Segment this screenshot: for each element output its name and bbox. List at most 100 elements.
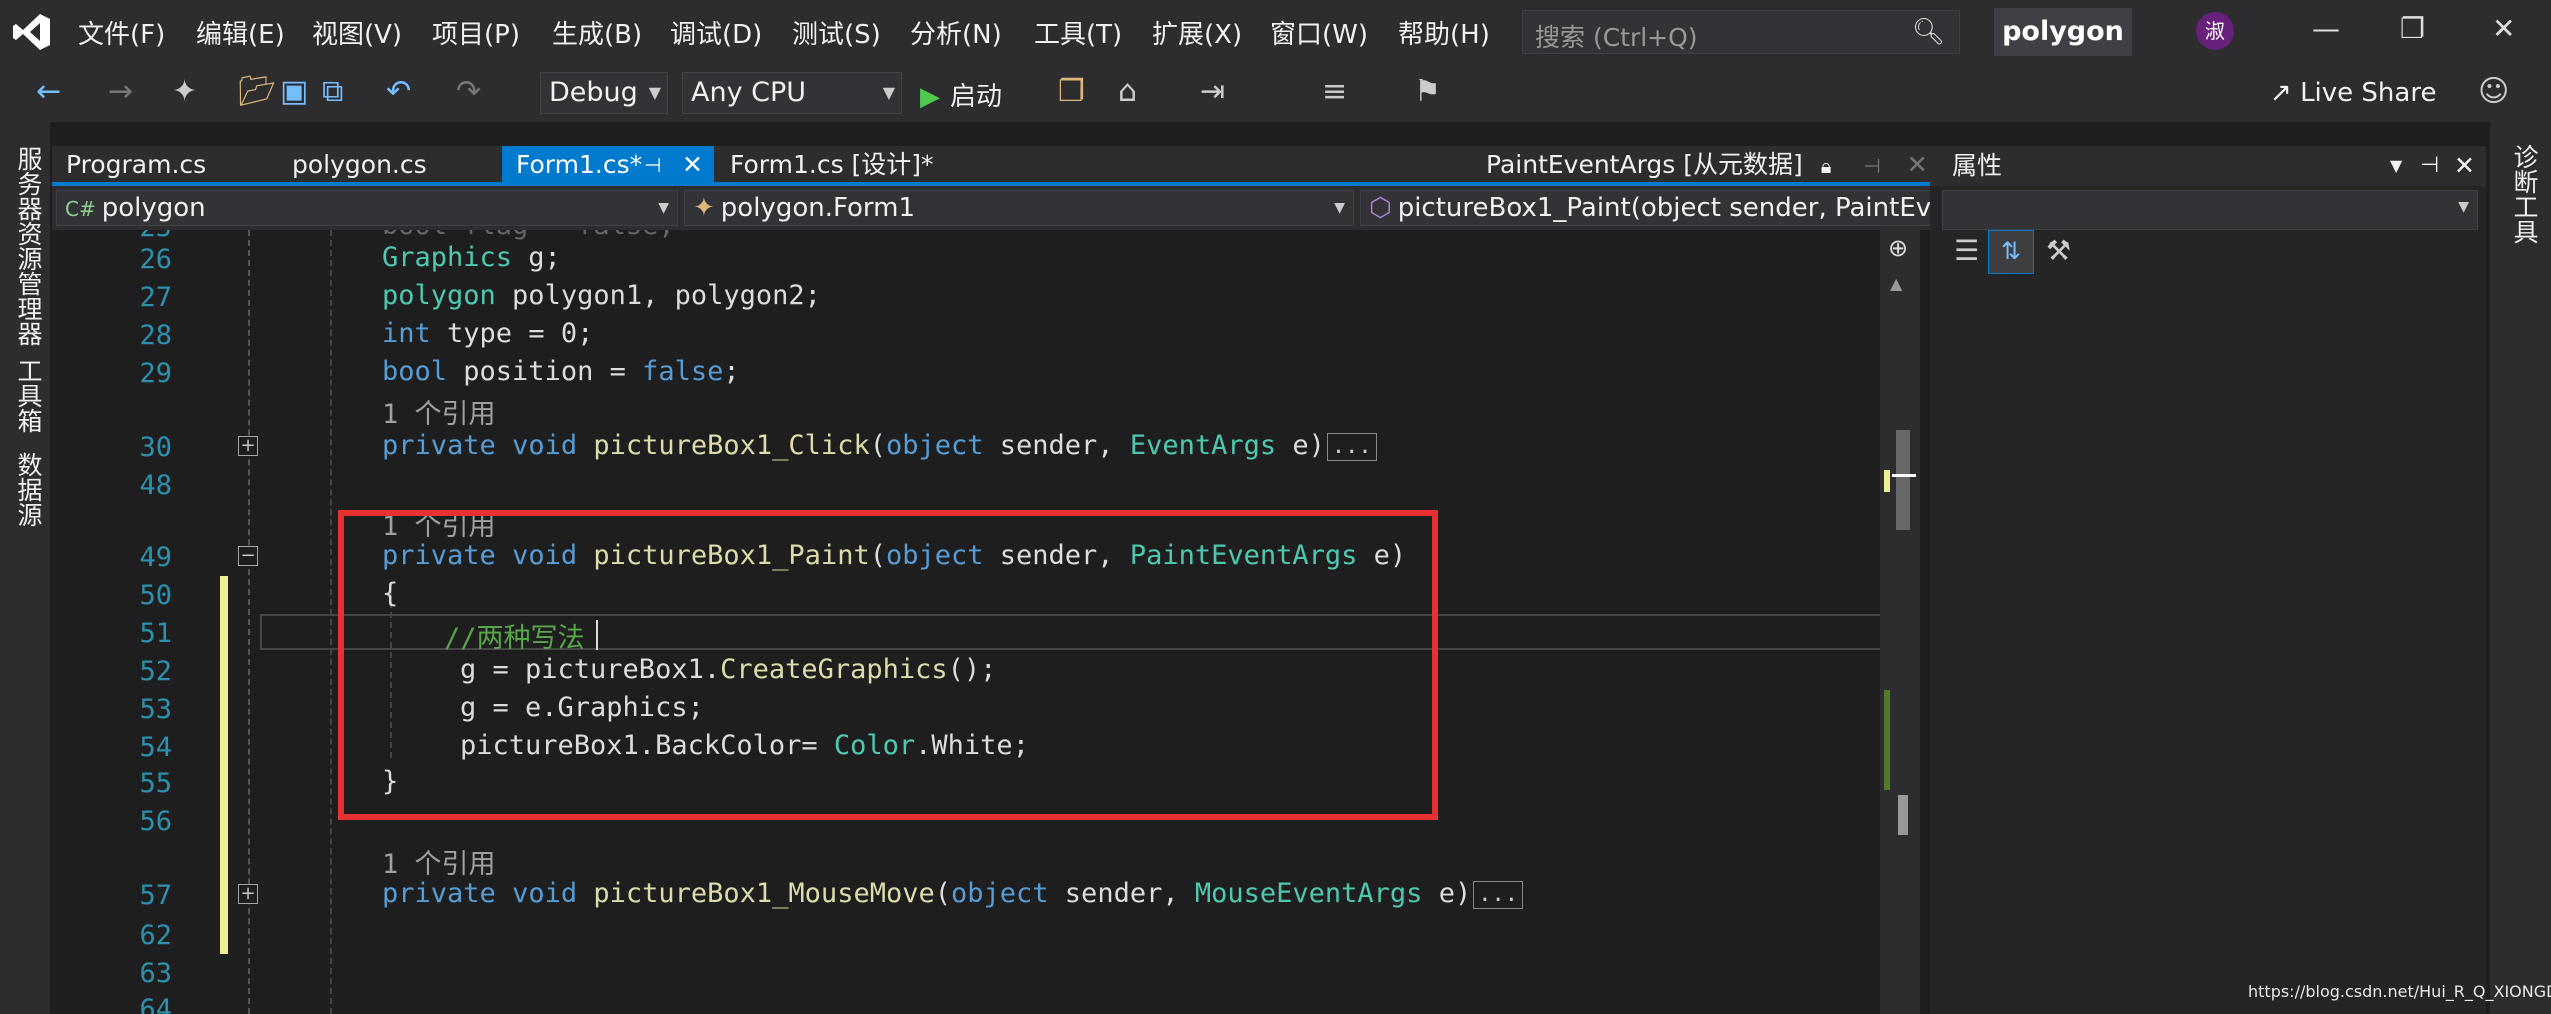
browser-link-icon[interactable]: ⌂ [1118,74,1137,109]
minimize-icon[interactable]: — [2312,12,2340,45]
line-number: 28 [139,320,172,351]
line-number: 64 [139,994,172,1014]
save-icon[interactable]: ▣ [280,74,308,109]
undo-icon[interactable]: ↶ [386,74,411,109]
menu-extensions[interactable]: 扩展(X) [1152,14,1242,51]
code-line: polygon polygon1, polygon2; [382,280,821,311]
menu-test[interactable]: 测试(S) [792,14,881,51]
csharp-project-icon: C# [65,197,96,221]
overview-marker [1898,795,1908,835]
tab-polygon-cs[interactable]: polygon.cs [278,146,441,184]
bookmark-icon[interactable]: ⚑ [1414,74,1441,109]
expand-region-icon[interactable]: + [238,884,258,904]
pin-icon[interactable]: ⊣ [644,146,661,184]
line-number: 62 [139,920,172,951]
member-dropdown[interactable]: ⬡ pictureBox1_Paint(object sender, PaintE… [1360,190,1984,226]
right-tool-window-strip: 诊断工具 [2490,122,2551,1014]
change-marker [1884,690,1890,790]
split-window-icon[interactable]: ⊕ [1888,234,1908,262]
save-all-icon[interactable]: ⧉ [322,74,343,109]
navigate-forward-icon[interactable]: → [108,74,133,109]
navigate-back-icon[interactable]: ← [36,74,61,109]
line-number: 63 [139,958,172,989]
toolbox-tab[interactable]: 工具箱 [10,358,46,433]
alphabetical-sort-icon[interactable]: ⇅ [1988,230,2034,274]
categorized-icon[interactable]: ☰ [1954,234,1979,267]
solution-configuration-dropdown[interactable]: Debug ▼ [540,72,668,114]
solution-platform-dropdown[interactable]: Any CPU ▼ [682,72,902,114]
start-debugging-button[interactable]: ▶ 启动 [920,76,1002,113]
start-label: 启动 [950,82,1003,112]
visual-studio-logo-icon [13,14,50,50]
line-number: 53 [139,694,172,725]
comment-icon[interactable]: ≡ [1322,74,1347,109]
codelens-references[interactable]: 1 个引用 [382,392,496,431]
scroll-thumb[interactable] [1896,430,1910,530]
object-selector-dropdown[interactable]: ▼ [1942,190,2478,230]
line-number: 25 [52,230,172,243]
code-line: private void pictureBox1_MouseMove(objec… [382,878,1523,909]
tab-label: Form1.cs* [516,150,643,179]
line-number: 26 [139,244,172,275]
class-icon: ✦ [693,193,715,223]
menu-project[interactable]: 项目(P) [432,14,520,51]
window-options-chevron-down-icon[interactable]: ▼ [2390,146,2402,186]
scroll-up-icon[interactable]: ▲ [1890,274,1902,293]
live-share-button[interactable]: ↗ Live Share [2270,78,2436,108]
diagnostic-tools-tab[interactable]: 诊断工具 [2506,144,2542,244]
tab-form1-design[interactable]: Form1.cs [设计]* [716,146,948,184]
tab-label: Form1.cs [设计]* [730,150,934,179]
menu-view[interactable]: 视图(V) [312,14,402,51]
menu-window[interactable]: 窗口(W) [1270,14,1368,51]
line-number: 52 [139,656,172,687]
collapse-region-icon[interactable]: − [238,546,258,566]
project-dropdown[interactable]: C# polygon ▼ [56,190,678,226]
class-dropdown[interactable]: ✦ polygon.Form1 ▼ [684,190,1354,226]
menu-file[interactable]: 文件(F) [78,14,165,51]
menu-debug[interactable]: 调试(D) [670,14,762,51]
editor-vertical-scrollbar[interactable]: ⊕ ▲ [1880,230,1920,1014]
pin-icon[interactable]: ⊣ [2420,146,2439,186]
server-explorer-tab[interactable]: 服务器资源管理器 [10,146,46,346]
expand-region-icon[interactable]: + [238,436,258,456]
project-value: polygon [101,193,206,223]
close-icon[interactable]: ✕ [2454,146,2475,186]
menu-help[interactable]: 帮助(H) [1398,14,1490,51]
avatar[interactable]: 淑 [2196,12,2234,50]
tab-painteventargs-metadata[interactable]: PaintEventArgs [从元数据] 🔒︎ ⊣ ✕ ▼ [1472,146,1980,184]
caret-position-marker [1892,474,1916,477]
data-sources-tab[interactable]: 数据源 [10,452,46,527]
tab-program-cs[interactable]: Program.cs [52,146,220,184]
menu-tools[interactable]: 工具(T) [1034,14,1122,51]
collapsed-region-ellipsis[interactable]: ... [1326,432,1377,461]
feedback-icon[interactable]: ☺ [2478,74,2509,109]
codelens-references[interactable]: 1 个引用 [382,842,496,881]
search-box[interactable]: 搜索 (Ctrl+Q) 🔍︎ [1522,10,1960,54]
open-file-icon[interactable]: 📂︎ [238,74,276,109]
restore-icon[interactable]: ❐ [2400,12,2425,45]
chevron-down-icon: ▼ [882,83,895,102]
solution-name: polygon [1994,8,2132,56]
new-project-icon[interactable]: ✦ [172,74,197,109]
redo-icon[interactable]: ↷ [456,74,481,109]
navigation-bar: C# polygon ▼ ✦ polygon.Form1 ▼ ⬡ pictureBox… [52,186,1984,230]
pin-icon[interactable]: ⊣ [1863,154,1880,178]
menu-analyze[interactable]: 分析(N) [910,14,1002,51]
code-line: int type = 0; [382,318,594,349]
collapsed-region-ellipsis[interactable]: ... [1473,880,1523,909]
properties-title-bar: 属性 ▼ ⊣ ✕ [1930,146,2486,186]
menu-edit[interactable]: 编辑(E) [196,14,285,51]
tab-form1-cs[interactable]: Form1.cs* ⊣ ✕ [502,146,714,184]
line-number: 55 [139,768,172,799]
code-line: Graphics g; [382,242,561,273]
step-into-icon[interactable]: ⇥ [1200,74,1225,109]
property-pages-wrench-icon[interactable]: ⚒ [2046,234,2071,267]
close-icon[interactable]: ✕ [1907,150,1928,179]
solution-explorer-icon[interactable]: ❐ [1058,74,1085,109]
close-window-icon[interactable]: ✕ [2492,12,2515,45]
chevron-down-icon: ▼ [2458,199,2469,215]
chevron-down-icon: ▼ [648,83,661,102]
menu-build[interactable]: 生成(B) [552,14,642,51]
play-icon: ▶ [920,82,940,112]
close-icon[interactable]: ✕ [682,146,703,184]
